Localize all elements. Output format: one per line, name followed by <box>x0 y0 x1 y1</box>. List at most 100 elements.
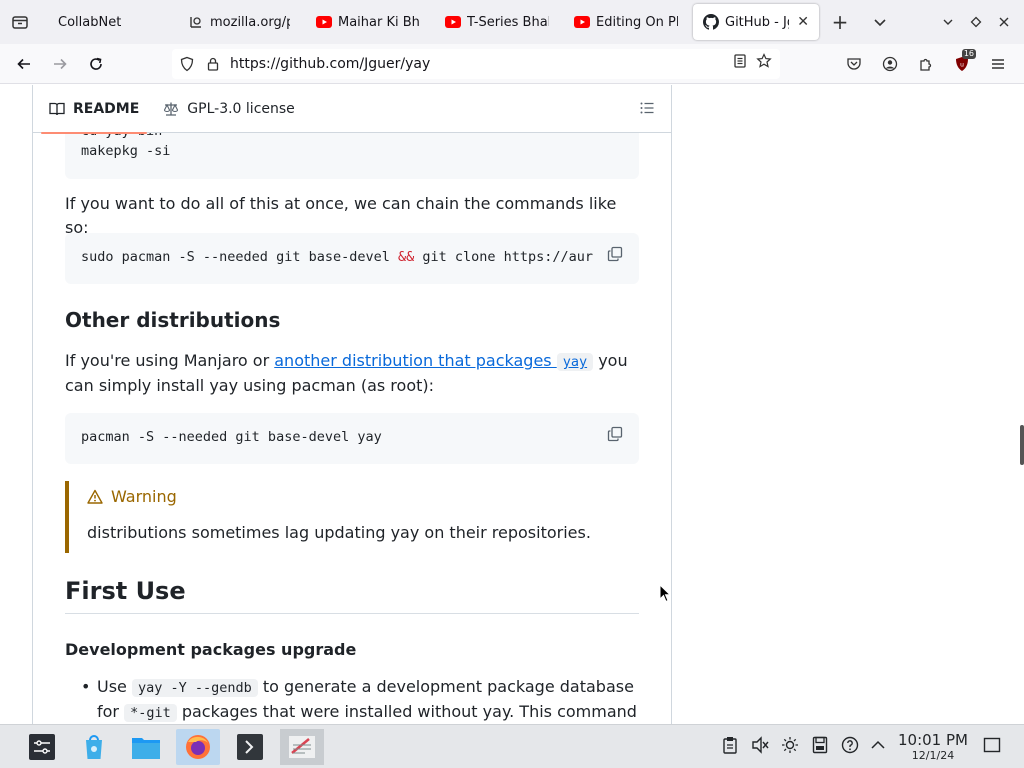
link-distribution-packages[interactable]: another distribution that packages yay <box>274 351 594 371</box>
close-tab-icon[interactable]: ✕ <box>797 14 809 30</box>
expand-tray-icon[interactable] <box>868 735 888 755</box>
diamond-icon <box>970 16 982 28</box>
code-part: git clone https://aur <box>414 249 594 265</box>
volume-muted-icon[interactable] <box>750 735 770 755</box>
inline-code: yay -Y --gendb <box>131 679 258 697</box>
reload-button[interactable] <box>80 48 112 80</box>
lock-icon[interactable] <box>202 53 224 75</box>
clock-date: 12/1/24 <box>911 749 955 762</box>
show-desktop-icon[interactable] <box>982 735 1002 755</box>
youtube-icon <box>316 14 332 30</box>
maximize-button[interactable] <box>962 8 990 36</box>
toolbar-right: u 16 <box>838 48 1014 80</box>
tab-title: GitHub - Jg <box>725 14 790 30</box>
page-viewport: README GPL-3.0 license cd yay-bin makepk… <box>0 85 1024 724</box>
clipboard-icon[interactable] <box>720 735 740 755</box>
code-part: sudo pacman -S --needed git base-devel <box>81 249 398 265</box>
reader-view-icon[interactable] <box>732 53 748 73</box>
text-editor-button[interactable] <box>280 729 324 765</box>
digital-clock[interactable]: 10:01 PM 12/1/24 <box>896 731 970 763</box>
ublock-origin-button[interactable]: u 16 <box>946 48 978 80</box>
inline-code: yay <box>556 353 594 371</box>
warning-title: Warning <box>87 487 177 506</box>
text-fragment: Use <box>97 677 132 696</box>
license-tab-label: GPL-3.0 license <box>187 100 295 117</box>
code-operator: && <box>397 249 415 265</box>
firefox-button[interactable] <box>176 729 220 765</box>
tracking-protection-shield-icon[interactable] <box>176 53 198 75</box>
navigation-toolbar: https://github.com/Jguer/yay u 16 <box>0 44 1024 84</box>
github-icon <box>703 14 719 30</box>
discover-icon <box>86 735 102 759</box>
warning-callout: Warning distributions sometimes lag upda… <box>65 481 639 553</box>
copy-icon[interactable] <box>607 246 625 264</box>
minimize-button[interactable] <box>934 8 962 36</box>
tab-license[interactable]: GPL-3.0 license <box>155 85 302 133</box>
arrow-left-icon <box>17 58 30 69</box>
clock-time: 10:01 PM <box>898 731 968 749</box>
account-icon <box>882 56 898 72</box>
discover-app-button[interactable] <box>72 729 116 765</box>
back-button[interactable] <box>8 48 40 80</box>
tab-title: mozilla.org/p <box>210 14 290 30</box>
tab-title: Editing On Pl <box>596 14 678 30</box>
file-manager-button[interactable] <box>124 729 168 765</box>
terminal-button[interactable] <box>228 729 272 765</box>
tab-maihar[interactable]: Maihar Ki Bh <box>306 4 430 40</box>
outline-toc-button[interactable] <box>639 100 655 120</box>
tab-title: Maihar Ki Bh <box>338 14 420 30</box>
close-icon <box>999 17 1009 27</box>
tab-collabnet[interactable]: CollabNet <box>48 4 176 40</box>
application-menu-icon <box>29 734 55 760</box>
link-text: another distribution that packages <box>274 351 557 370</box>
storage-icon[interactable] <box>810 735 830 755</box>
account-button[interactable] <box>874 48 906 80</box>
first-use-list: Use yay -Y --gendb to generate a develop… <box>65 675 639 724</box>
readme-tab-label: README <box>73 100 140 117</box>
list-all-tabs-button[interactable] <box>866 8 894 36</box>
warning-title-text: Warning <box>111 487 177 506</box>
bookmark-star-icon[interactable] <box>756 53 772 73</box>
extensions-button[interactable] <box>910 48 942 80</box>
tab-title: T-Series Bhak <box>467 14 549 30</box>
firefox-icon <box>186 735 210 759</box>
tab-list-button[interactable] <box>0 0 40 44</box>
copy-icon[interactable] <box>607 426 625 444</box>
tab-mozilla[interactable]: mozilla.org/p <box>178 4 300 40</box>
url-bar[interactable]: https://github.com/Jguer/yay <box>172 49 780 79</box>
book-icon <box>49 101 65 117</box>
tab-editing[interactable]: Editing On Pl <box>564 4 688 40</box>
heading-first-use: First Use <box>65 577 639 614</box>
code-line: makepkg -si <box>81 143 171 159</box>
tab-github[interactable]: GitHub - Jg ✕ <box>693 4 819 40</box>
chevron-down-icon <box>943 19 953 25</box>
app-menu-button[interactable] <box>982 48 1014 80</box>
alert-triangle-icon <box>87 489 103 504</box>
readme-container: README GPL-3.0 license cd yay-bin makepk… <box>32 85 672 724</box>
text-fragment: If you're using Manjaro or <box>65 351 275 370</box>
reload-icon <box>90 57 102 70</box>
arrow-right-icon <box>54 58 67 69</box>
file-manager-icon <box>132 738 160 759</box>
brightness-icon[interactable] <box>780 735 800 755</box>
mozilla-icon <box>188 14 204 30</box>
tab-bar: CollabNet mozilla.org/p Maihar Ki Bh T-S… <box>0 0 1024 44</box>
page-scrollbar-thumb[interactable] <box>1020 425 1024 465</box>
warning-body: distributions sometimes lag updating yay… <box>87 523 591 542</box>
new-tab-button[interactable]: + <box>826 8 854 36</box>
mouse-pointer-icon <box>659 584 671 603</box>
close-window-button[interactable] <box>990 8 1018 36</box>
heading-other-distributions: Other distributions <box>65 308 281 332</box>
application-launcher-button[interactable] <box>20 729 64 765</box>
forward-button[interactable] <box>44 48 76 80</box>
tab-tseries[interactable]: T-Series Bhak <box>435 4 559 40</box>
hamburger-menu-icon <box>992 59 1004 69</box>
chevron-down-icon <box>874 19 886 27</box>
pocket-button[interactable] <box>838 48 870 80</box>
help-icon[interactable] <box>840 735 860 755</box>
terminal-icon <box>237 734 263 760</box>
law-scale-icon <box>163 101 179 117</box>
code-line: sudo pacman -S --needed git base-devel &… <box>81 249 593 265</box>
tab-readme[interactable]: README <box>41 85 148 134</box>
text-fragment: packages that were installed without yay… <box>181 702 637 721</box>
